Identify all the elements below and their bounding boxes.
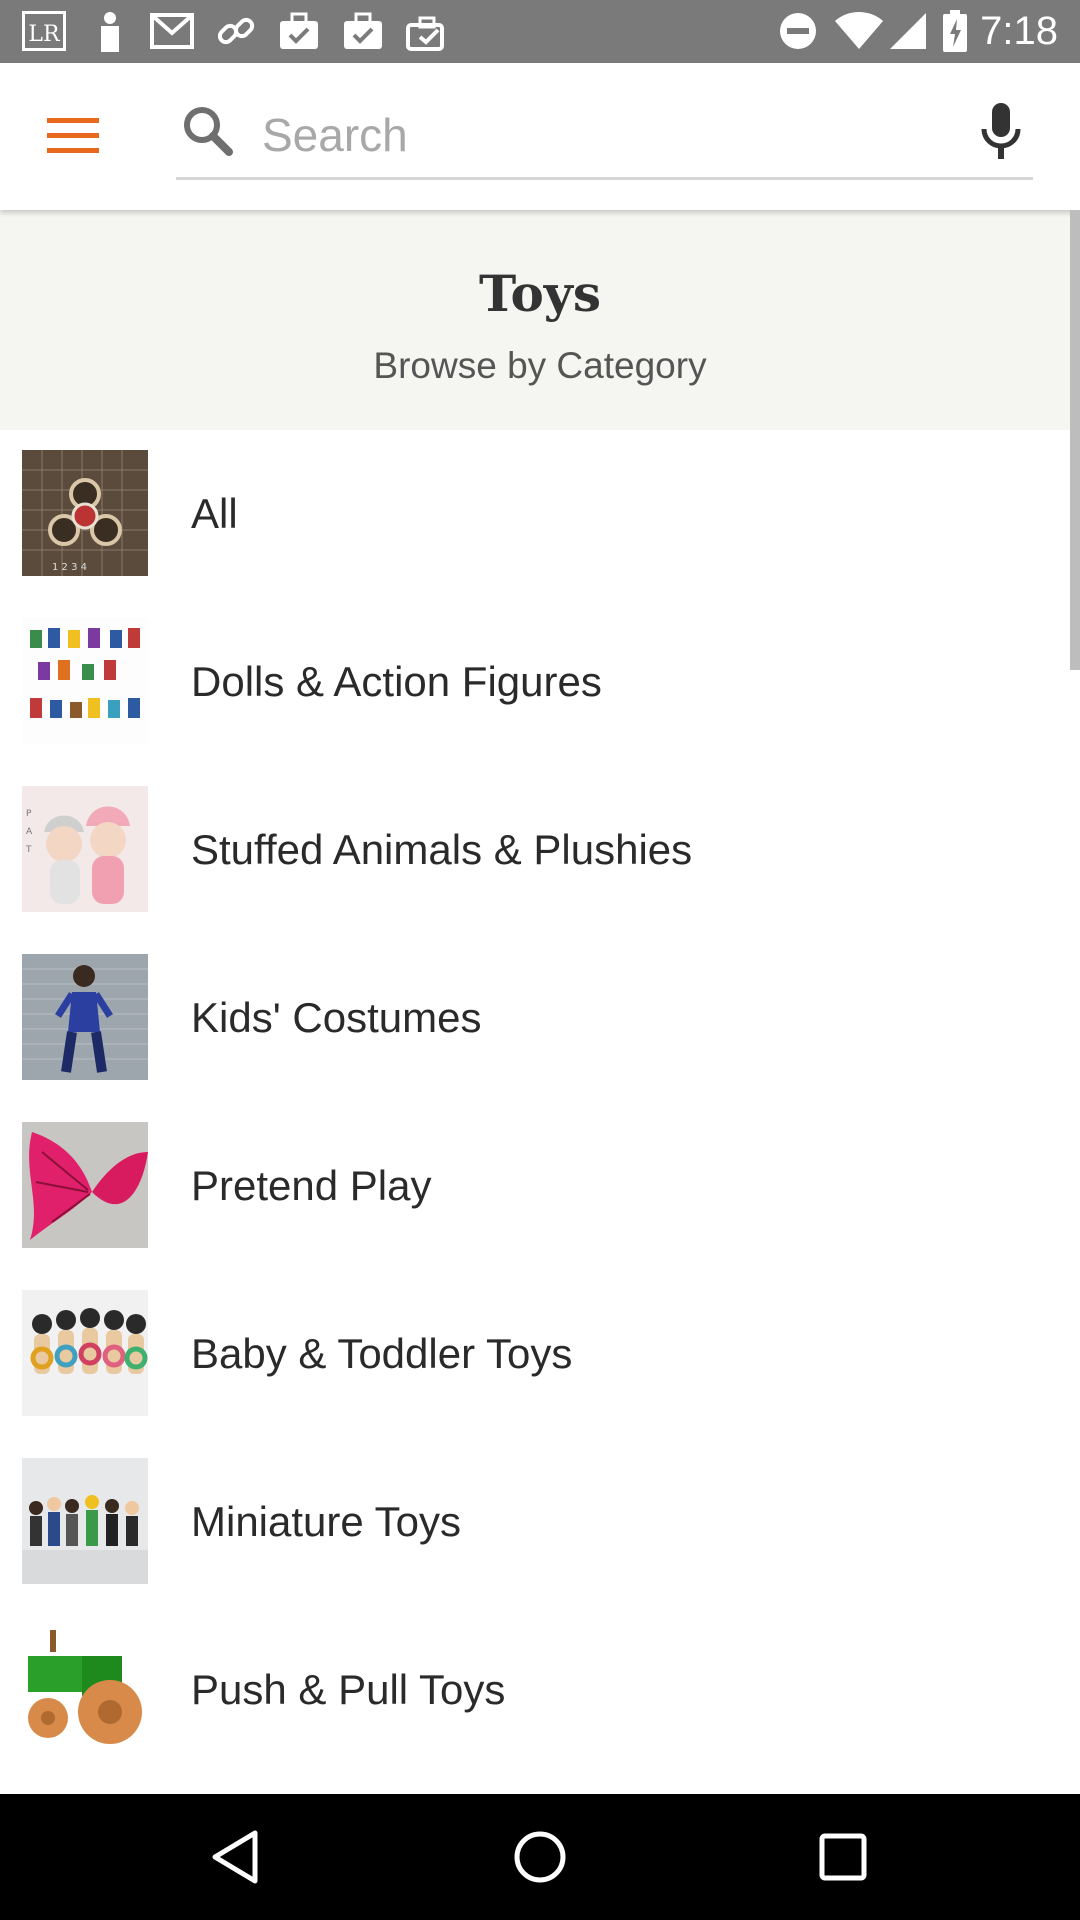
lr-app-icon: LR bbox=[20, 10, 68, 52]
briefcase-check-icon bbox=[404, 10, 450, 52]
category-item-stuffed-animals-plushies[interactable]: P A T Stuffed Animals & Plushies bbox=[0, 766, 1070, 934]
recents-button[interactable] bbox=[808, 1822, 878, 1892]
category-item-dolls-action-figures[interactable]: Dolls & Action Figures bbox=[0, 598, 1070, 766]
search-bar[interactable] bbox=[176, 95, 1033, 180]
category-thumbnail bbox=[22, 1122, 148, 1248]
home-button[interactable] bbox=[505, 1822, 575, 1892]
search-icon bbox=[184, 107, 233, 156]
category-item-all[interactable]: 1 2 3 4 All bbox=[0, 430, 1070, 598]
navigation-bar bbox=[0, 1794, 1080, 1920]
menu-button[interactable] bbox=[30, 101, 116, 171]
recents-square-icon bbox=[819, 1833, 867, 1881]
category-item-baby-toddler-toys[interactable]: Baby & Toddler Toys bbox=[0, 1270, 1070, 1438]
category-label: Push & Pull Toys bbox=[191, 1666, 506, 1713]
svg-text:1 2 3 4: 1 2 3 4 bbox=[52, 562, 87, 573]
microphone-icon[interactable] bbox=[979, 101, 1023, 161]
category-item-kids-costumes[interactable]: Kids' Costumes bbox=[0, 934, 1070, 1102]
scrollbar[interactable] bbox=[1070, 210, 1080, 670]
signal-icon bbox=[886, 10, 930, 52]
svg-text:LR: LR bbox=[28, 22, 61, 47]
category-thumbnail bbox=[22, 618, 148, 744]
svg-text:A: A bbox=[26, 827, 33, 837]
category-thumbnail bbox=[22, 1458, 148, 1584]
svg-text:T: T bbox=[25, 845, 32, 855]
app-bar bbox=[0, 63, 1080, 210]
category-label: Kids' Costumes bbox=[191, 994, 482, 1041]
category-label: Pretend Play bbox=[191, 1162, 432, 1209]
link-icon bbox=[214, 10, 258, 52]
battery-charging-icon bbox=[940, 10, 970, 52]
person-icon bbox=[92, 10, 128, 52]
category-thumbnail: 1 2 3 4 bbox=[22, 450, 148, 576]
status-time: 7:18 bbox=[980, 9, 1058, 53]
back-button[interactable] bbox=[200, 1822, 270, 1892]
do-not-disturb-icon bbox=[778, 10, 818, 52]
gmail-icon bbox=[148, 10, 196, 52]
page-title: Toys bbox=[478, 264, 602, 323]
category-label: Dolls & Action Figures bbox=[191, 658, 602, 705]
category-item-push-pull-toys[interactable]: Push & Pull Toys bbox=[0, 1606, 1070, 1774]
svg-text:P: P bbox=[26, 809, 32, 819]
home-circle-icon bbox=[514, 1831, 566, 1883]
category-thumbnail bbox=[22, 954, 148, 1080]
wifi-icon bbox=[832, 10, 886, 52]
category-header: Toys Browse by Category bbox=[0, 210, 1080, 430]
briefcase-check-icon bbox=[340, 10, 386, 52]
category-label: Baby & Toddler Toys bbox=[191, 1330, 573, 1377]
category-item-pretend-play[interactable]: Pretend Play bbox=[0, 1102, 1070, 1270]
status-bar: LR 7:18 bbox=[0, 0, 1080, 63]
category-thumbnail bbox=[22, 1626, 148, 1752]
category-label: Miniature Toys bbox=[191, 1498, 462, 1545]
hamburger-menu-icon bbox=[47, 118, 99, 153]
category-list: 1 2 3 4 All Dolls & Action Figures P A T… bbox=[0, 430, 1080, 1794]
category-label: All bbox=[191, 490, 238, 537]
page-subtitle: Browse by Category bbox=[373, 345, 707, 386]
search-input[interactable] bbox=[260, 99, 914, 171]
category-label: Stuffed Animals & Plushies bbox=[191, 826, 693, 873]
category-thumbnail bbox=[22, 1290, 148, 1416]
category-item-miniature-toys[interactable]: Miniature Toys bbox=[0, 1438, 1070, 1606]
category-thumbnail: P A T bbox=[22, 786, 148, 912]
back-triangle-icon bbox=[212, 1830, 258, 1884]
briefcase-check-icon bbox=[276, 10, 322, 52]
